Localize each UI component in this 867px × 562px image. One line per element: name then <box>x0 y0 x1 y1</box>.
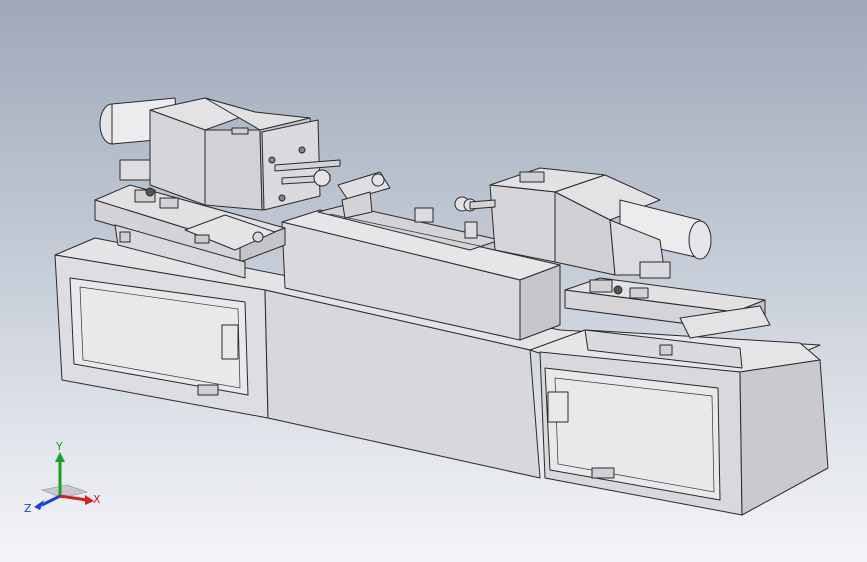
x-axis-icon <box>59 494 88 502</box>
y-axis-label: Y <box>55 440 63 453</box>
z-axis-icon <box>41 494 61 507</box>
coordinate-triad: Y X Z <box>22 440 112 520</box>
z-axis-label: Z <box>24 502 32 515</box>
3d-viewport[interactable] <box>0 0 867 562</box>
x-axis-label: X <box>93 493 101 506</box>
machine-model[interactable] <box>0 0 867 562</box>
